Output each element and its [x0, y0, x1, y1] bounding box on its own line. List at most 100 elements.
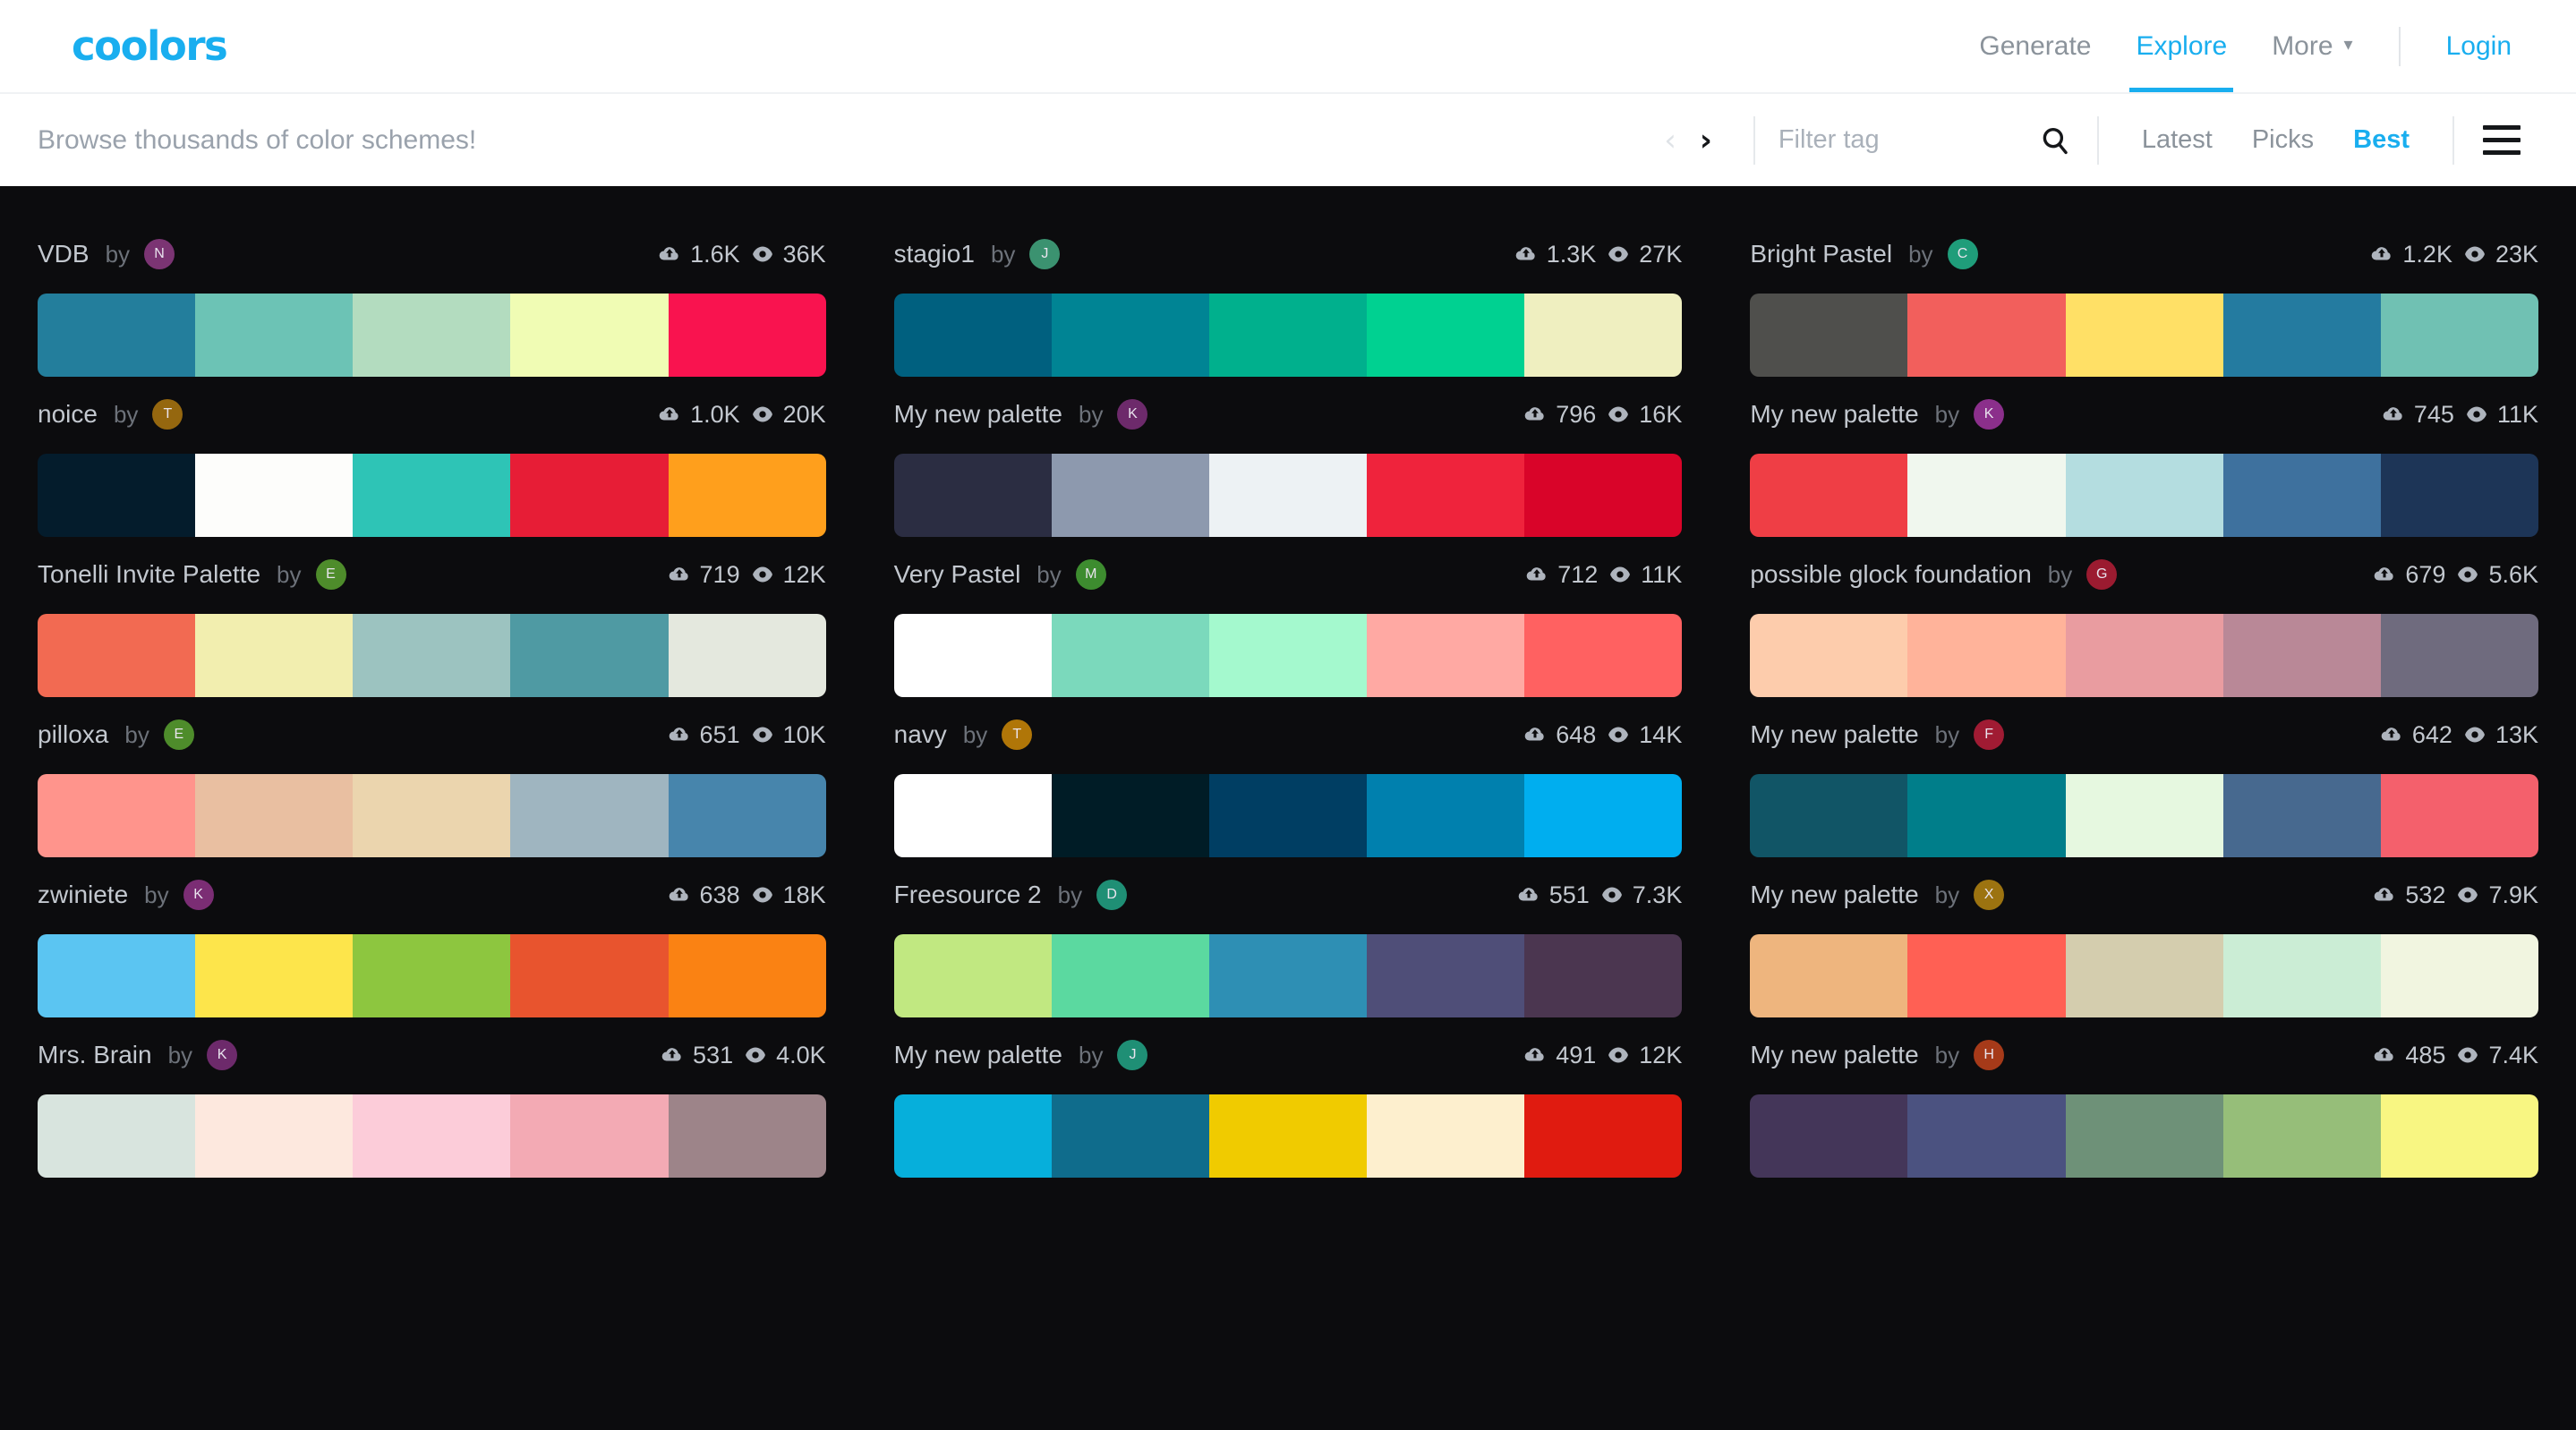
color-swatch[interactable]: [1367, 294, 1525, 377]
color-swatch[interactable]: [668, 934, 826, 1017]
color-swatch[interactable]: [1051, 454, 1209, 537]
color-swatch[interactable]: [1907, 454, 2066, 537]
avatar[interactable]: F: [1974, 719, 2005, 750]
color-swatch[interactable]: [38, 614, 196, 697]
color-swatch[interactable]: [353, 774, 511, 857]
palette-swatches[interactable]: [893, 454, 1683, 537]
avatar[interactable]: T: [1002, 719, 1033, 750]
palette-swatches[interactable]: [893, 934, 1683, 1017]
color-swatch[interactable]: [195, 614, 354, 697]
color-swatch[interactable]: [1208, 1094, 1368, 1178]
palette-name[interactable]: My new palette: [894, 400, 1062, 429]
color-swatch[interactable]: [1051, 1094, 1209, 1178]
color-swatch[interactable]: [1051, 294, 1209, 377]
palette-name[interactable]: Very Pastel: [894, 560, 1021, 589]
sort-best[interactable]: Best: [2333, 125, 2429, 155]
color-swatch[interactable]: [2222, 614, 2381, 697]
palette-name[interactable]: My new palette: [1750, 720, 1918, 749]
palette-card[interactable]: Very Pastel by M 712 11K: [893, 537, 1683, 697]
color-swatch[interactable]: [195, 454, 354, 537]
color-swatch[interactable]: [1524, 774, 1683, 857]
color-swatch[interactable]: [668, 454, 826, 537]
filter-tag-input[interactable]: [1778, 125, 1984, 155]
color-swatch[interactable]: [2380, 614, 2538, 697]
color-swatch[interactable]: [1907, 934, 2066, 1017]
palette-card[interactable]: stagio1 by J 1.3K 27K: [893, 217, 1683, 377]
palette-name[interactable]: Tonelli Invite Palette: [38, 560, 260, 589]
color-swatch[interactable]: [1907, 774, 2066, 857]
color-swatch[interactable]: [510, 454, 669, 537]
color-swatch[interactable]: [1208, 934, 1368, 1017]
palette-name[interactable]: navy: [894, 720, 947, 749]
next-page-icon[interactable]: ›: [1700, 125, 1712, 156]
avatar[interactable]: G: [2086, 559, 2118, 590]
color-swatch[interactable]: [510, 774, 669, 857]
palette-swatches[interactable]: [893, 614, 1683, 697]
color-swatch[interactable]: [1907, 614, 2066, 697]
color-swatch[interactable]: [893, 294, 1052, 377]
color-swatch[interactable]: [2380, 454, 2538, 537]
color-swatch[interactable]: [2222, 774, 2381, 857]
color-swatch[interactable]: [1367, 934, 1525, 1017]
color-swatch[interactable]: [2222, 934, 2381, 1017]
color-swatch[interactable]: [1907, 1094, 2066, 1178]
color-swatch[interactable]: [1051, 774, 1209, 857]
color-swatch[interactable]: [195, 294, 354, 377]
color-swatch[interactable]: [2065, 934, 2223, 1017]
palette-name[interactable]: Freesource 2: [894, 881, 1042, 909]
color-swatch[interactable]: [195, 1094, 354, 1178]
color-swatch[interactable]: [668, 294, 826, 377]
color-swatch[interactable]: [1051, 614, 1209, 697]
color-swatch[interactable]: [38, 934, 196, 1017]
palette-name[interactable]: zwiniete: [38, 881, 128, 909]
palette-card[interactable]: VDB by N 1.6K 36K: [38, 217, 826, 377]
avatar[interactable]: J: [1117, 1040, 1148, 1070]
color-swatch[interactable]: [1750, 774, 1908, 857]
palette-swatches[interactable]: [38, 454, 826, 537]
palette-swatches[interactable]: [1750, 1094, 2538, 1178]
palette-name[interactable]: VDB: [38, 240, 90, 268]
palette-name[interactable]: My new palette: [1750, 1041, 1918, 1069]
color-swatch[interactable]: [510, 934, 669, 1017]
color-swatch[interactable]: [353, 934, 511, 1017]
coolors-logo[interactable]: coolors: [72, 26, 228, 66]
avatar[interactable]: N: [144, 239, 175, 269]
color-swatch[interactable]: [510, 614, 669, 697]
color-swatch[interactable]: [2222, 294, 2381, 377]
avatar[interactable]: c: [1947, 239, 1978, 269]
color-swatch[interactable]: [353, 294, 511, 377]
nav-item-explore[interactable]: Explore: [2113, 0, 2249, 92]
palette-card[interactable]: Tonelli Invite Palette by E 719 12K: [38, 537, 826, 697]
color-swatch[interactable]: [1750, 454, 1908, 537]
avatar[interactable]: E: [315, 559, 346, 590]
color-swatch[interactable]: [1367, 1094, 1525, 1178]
palette-swatches[interactable]: [1750, 934, 2538, 1017]
color-swatch[interactable]: [893, 1094, 1052, 1178]
color-swatch[interactable]: [1524, 614, 1683, 697]
avatar[interactable]: E: [163, 719, 194, 750]
palette-card[interactable]: noice by T 1.0K 20K: [38, 377, 826, 537]
palette-swatches[interactable]: [1750, 614, 2538, 697]
palette-name[interactable]: noice: [38, 400, 98, 429]
palette-card[interactable]: My new palette by H 485 7.4K: [1750, 1017, 2538, 1178]
color-swatch[interactable]: [1750, 614, 1908, 697]
color-swatch[interactable]: [38, 774, 196, 857]
palette-card[interactable]: My new palette by X 532 7.9K: [1750, 857, 2538, 1017]
color-swatch[interactable]: [1524, 1094, 1683, 1178]
palette-name[interactable]: pilloxa: [38, 720, 108, 749]
color-swatch[interactable]: [38, 454, 196, 537]
palette-swatches[interactable]: [893, 1094, 1683, 1178]
palette-card[interactable]: zwiniete by K 638 18K: [38, 857, 826, 1017]
palette-card[interactable]: navy by T 648 14K: [893, 697, 1683, 857]
palette-swatches[interactable]: [1750, 774, 2538, 857]
avatar[interactable]: K: [1117, 399, 1148, 430]
color-swatch[interactable]: [1750, 294, 1908, 377]
color-swatch[interactable]: [1367, 614, 1525, 697]
color-swatch[interactable]: [893, 934, 1052, 1017]
color-swatch[interactable]: [2065, 774, 2223, 857]
color-swatch[interactable]: [1750, 934, 1908, 1017]
color-swatch[interactable]: [668, 1094, 826, 1178]
palette-card[interactable]: Bright Pastel by c 1.2K 23K: [1750, 217, 2538, 377]
palette-swatches[interactable]: [38, 934, 826, 1017]
palette-card[interactable]: Freesource 2 by D 551 7.3K: [893, 857, 1683, 1017]
